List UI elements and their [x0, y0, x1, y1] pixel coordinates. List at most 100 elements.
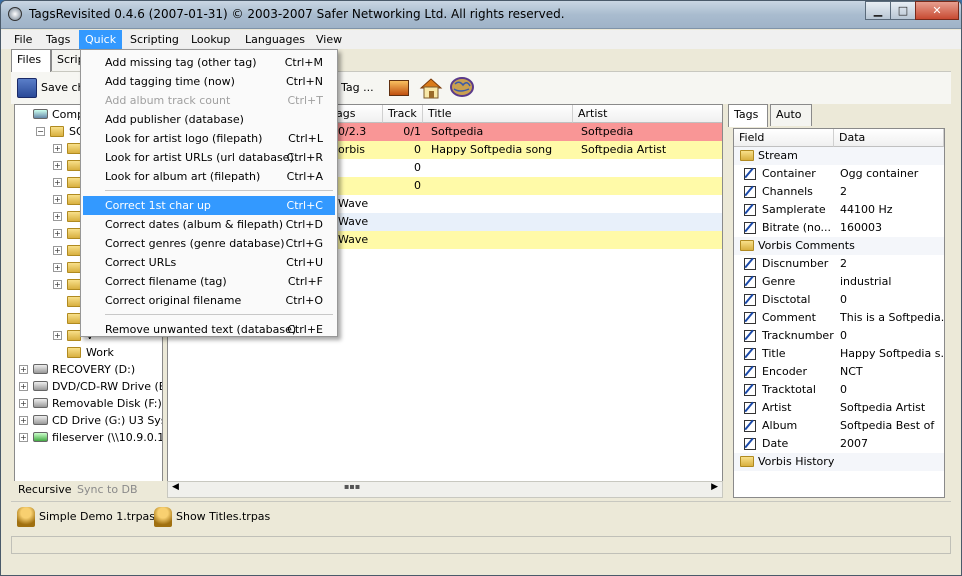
title-bar[interactable]: TagsRevisited 0.4.6 (2007-01-31) © 2003-…: [1, 1, 961, 29]
cell-artist: Softpedia: [581, 125, 634, 138]
tree-node[interactable]: + RECOVERY (D:): [15, 361, 162, 378]
expand-icon[interactable]: +: [19, 382, 28, 391]
expand-icon[interactable]: +: [53, 161, 62, 170]
tree-node[interactable]: + DVD/CD-RW Drive (E: [15, 378, 162, 395]
script-button-simple-demo[interactable]: Simple Demo 1.trpas: [17, 506, 155, 528]
prop-header-data[interactable]: Data: [834, 129, 944, 147]
quick-menu-item[interactable]: Correct URLs Ctrl+U: [83, 253, 335, 272]
menu-scripting[interactable]: Scripting: [124, 30, 185, 49]
property-row[interactable]: Date 2007: [734, 435, 944, 453]
home-button[interactable]: [419, 76, 443, 100]
cell-track: 0: [414, 179, 421, 192]
menu-lookup[interactable]: Lookup: [185, 30, 236, 49]
quick-menu-item[interactable]: Correct genres (genre database) Ctrl+G: [83, 234, 335, 253]
recursive-toggle[interactable]: Recursive: [18, 483, 72, 496]
minimize-button[interactable]: ▁: [865, 1, 891, 20]
expand-icon[interactable]: −: [36, 127, 45, 136]
tab-auto[interactable]: Auto: [770, 104, 812, 126]
sync-db-toggle[interactable]: Sync to DB: [77, 483, 138, 496]
menu-languages[interactable]: Languages: [239, 30, 311, 49]
save-button[interactable]: Save ch: [17, 76, 85, 100]
script-button-show-titles[interactable]: Show Titles.trpas: [154, 506, 270, 528]
properties-table[interactable]: Field Data Stream Container Ogg container C…: [733, 128, 945, 498]
cell-tags: Wave: [338, 215, 369, 228]
property-row[interactable]: Samplerate 44100 Hz: [734, 201, 944, 219]
scroll-thumb-icon[interactable]: ▪▪▪: [344, 482, 360, 491]
property-row[interactable]: Tracktotal 0: [734, 381, 944, 399]
property-row[interactable]: Disctotal 0: [734, 291, 944, 309]
prop-header-field[interactable]: Field: [734, 129, 834, 147]
quick-menu-item[interactable]: Correct dates (album & filepath) Ctrl+D: [83, 215, 335, 234]
menu-file[interactable]: File: [8, 30, 38, 49]
property-row[interactable]: Album Softpedia Best of: [734, 417, 944, 435]
property-row[interactable]: Tracknumber 0: [734, 327, 944, 345]
quick-menu-item[interactable]: Look for artist URLs (url database) Ctrl+…: [83, 148, 335, 167]
maximize-button[interactable]: □: [890, 1, 916, 20]
property-row[interactable]: Title Happy Softpedia s...: [734, 345, 944, 363]
expand-icon[interactable]: +: [53, 178, 62, 187]
tree-node[interactable]: + fileserver (\\10.9.0.1: [15, 429, 162, 446]
quick-menu-item[interactable]: Add missing tag (other tag) Ctrl+M: [83, 53, 335, 72]
menu-quick[interactable]: Quick: [79, 30, 123, 49]
property-group[interactable]: Vorbis Comments: [734, 237, 944, 255]
expand-icon[interactable]: +: [53, 144, 62, 153]
quick-menu-item[interactable]: Look for album art (filepath) Ctrl+A: [83, 167, 335, 186]
quick-menu-item[interactable]: Add publisher (database): [83, 110, 335, 129]
folder-icon: [67, 296, 81, 307]
quick-menu-item[interactable]: Look for artist logo (filepath) Ctrl+L: [83, 129, 335, 148]
expand-icon[interactable]: +: [53, 331, 62, 340]
expand-icon[interactable]: +: [53, 263, 62, 272]
album-art-button[interactable]: [389, 76, 409, 100]
expand-icon[interactable]: +: [19, 433, 28, 442]
expand-icon[interactable]: +: [53, 195, 62, 204]
menu-item-shortcut: Ctrl+M: [284, 56, 323, 69]
tree-options: Recursive Sync to DB: [14, 481, 163, 499]
grid-header-track[interactable]: Track: [383, 105, 423, 123]
expand-icon[interactable]: +: [53, 229, 62, 238]
property-row[interactable]: Discnumber 2: [734, 255, 944, 273]
grid-header-artist[interactable]: Artist: [573, 105, 722, 123]
drive-icon: [33, 364, 48, 374]
property-row[interactable]: Encoder NCT: [734, 363, 944, 381]
grid-horizontal-scrollbar[interactable]: ◀ ▪▪▪ ▶: [167, 481, 723, 498]
scroll-left-icon[interactable]: ◀: [172, 482, 179, 492]
quick-menu-item[interactable]: Correct filename (tag) Ctrl+F: [83, 272, 335, 291]
tree-node[interactable]: + Removable Disk (F:): [15, 395, 162, 412]
menu-tags[interactable]: Tags: [40, 30, 76, 49]
quick-menu-item[interactable]: Correct original filename Ctrl+O: [83, 291, 335, 310]
tag-button[interactable]: Tag ...: [341, 76, 374, 100]
grid-header-title[interactable]: Title: [423, 105, 573, 123]
tree-node[interactable]: + CD Drive (G:) U3 Sys: [15, 412, 162, 429]
expand-icon[interactable]: +: [53, 280, 62, 289]
quick-menu-item[interactable]: Correct 1st char up Ctrl+C: [83, 196, 335, 215]
scroll-right-icon[interactable]: ▶: [711, 482, 718, 492]
quick-menu-item[interactable]: Add album track count Ctrl+T: [83, 91, 335, 110]
property-row[interactable]: Genre industrial: [734, 273, 944, 291]
property-group[interactable]: Vorbis History: [734, 453, 944, 471]
property-row[interactable]: Artist Softpedia Artist: [734, 399, 944, 417]
property-row[interactable]: Channels 2: [734, 183, 944, 201]
property-group[interactable]: Stream: [734, 147, 944, 165]
quick-menu-item[interactable]: Add tagging time (now) Ctrl+N: [83, 72, 335, 91]
tab-tags[interactable]: Tags: [728, 104, 768, 127]
property-row[interactable]: Bitrate (no... 160003: [734, 219, 944, 237]
cell-track: 0/1: [403, 125, 421, 138]
edit-icon: [744, 366, 756, 378]
tree-node[interactable]: Work: [15, 344, 162, 361]
expand-icon[interactable]: +: [19, 365, 28, 374]
expand-icon[interactable]: +: [19, 416, 28, 425]
property-row[interactable]: Comment This is a Softpedia...: [734, 309, 944, 327]
expand-icon[interactable]: +: [53, 212, 62, 221]
cell-tags: [338, 159, 383, 177]
quick-menu-item[interactable]: Remove unwanted text (database) Ctrl+E: [83, 320, 335, 339]
property-row[interactable]: Container Ogg container: [734, 165, 944, 183]
close-button[interactable]: ✕: [915, 1, 959, 20]
cell-artist: [581, 177, 721, 195]
expand-icon[interactable]: +: [53, 246, 62, 255]
folder-icon: [67, 330, 81, 341]
brain-button[interactable]: [449, 76, 475, 100]
tab-files[interactable]: Files: [11, 49, 51, 72]
property-field: Genre: [762, 275, 796, 288]
menu-view[interactable]: View: [310, 30, 348, 49]
expand-icon[interactable]: +: [19, 399, 28, 408]
